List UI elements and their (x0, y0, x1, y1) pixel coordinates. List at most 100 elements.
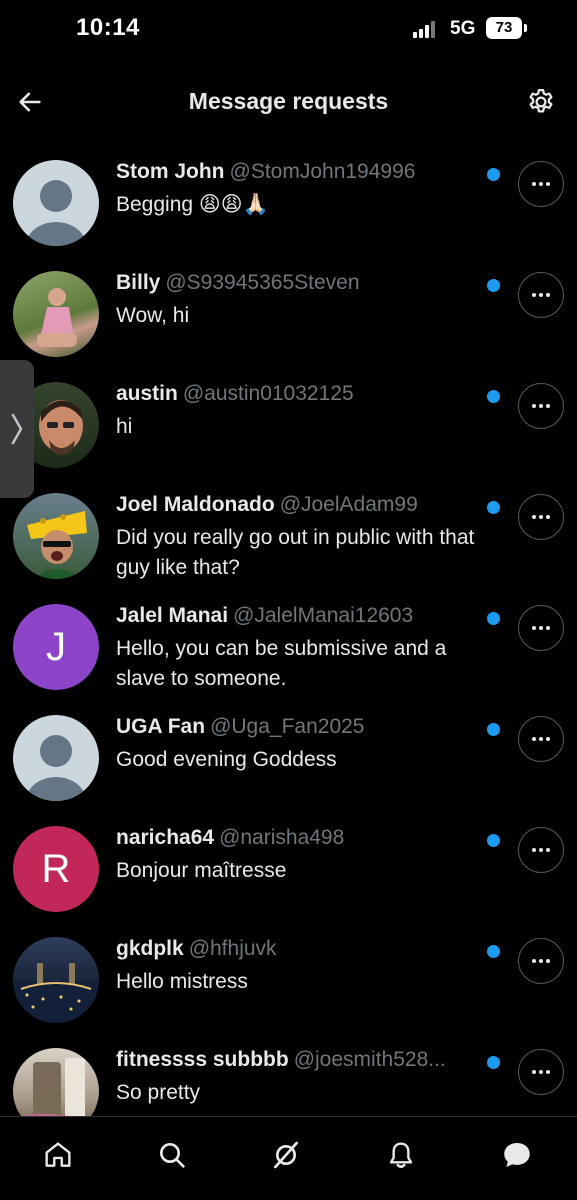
notifications-icon (389, 1142, 413, 1168)
more-dots-icon (532, 404, 550, 408)
battery-tip (524, 24, 527, 32)
message-preview: hi (116, 415, 133, 438)
unread-dot (487, 834, 500, 847)
handle: @joesmith528... (293, 1048, 446, 1071)
avatar-initial: R (41, 846, 71, 891)
handle: @austin01032125 (182, 382, 354, 405)
unread-dot (487, 390, 500, 403)
more-options-button[interactable] (518, 827, 564, 873)
more-options-button[interactable] (518, 494, 564, 540)
nav-grok-button[interactable] (266, 1135, 306, 1175)
avatar-initial: J (46, 624, 66, 669)
messages-icon (504, 1142, 530, 1168)
home-icon (45, 1142, 71, 1167)
nav-messages-button[interactable] (497, 1135, 537, 1175)
display-name: austin (116, 382, 178, 405)
message-preview: Good evening Goddess (116, 748, 337, 771)
more-options-button[interactable] (518, 938, 564, 984)
handle: @JalelManai12603 (233, 604, 414, 627)
handle: @JoelAdam99 (279, 493, 418, 516)
avatar[interactable] (13, 160, 99, 246)
message-preview: Did you really go out in public with tha… (116, 526, 475, 579)
search-icon (160, 1143, 185, 1168)
nav-notifications-button[interactable] (381, 1135, 421, 1175)
message-request-item[interactable]: austin @austin01032125 hi (0, 370, 577, 481)
message-preview: Hello mistress (116, 970, 248, 993)
avatar[interactable] (13, 271, 99, 357)
message-request-item[interactable]: Billy @S93945365Steven Wow, hi (0, 259, 577, 370)
handle: @hfhjuvk (188, 937, 277, 960)
gear-icon (529, 89, 553, 113)
message-request-item[interactable]: UGA Fan @Uga_Fan2025 Good evening Goddess (0, 703, 577, 814)
default-avatar-icon (26, 735, 86, 801)
default-avatar-icon (26, 180, 86, 246)
display-name: gkdplk (116, 937, 184, 960)
chevron-right-icon (11, 413, 23, 445)
unread-dot (487, 501, 500, 514)
side-drawer-handle[interactable] (0, 360, 34, 498)
message-request-item[interactable]: Joel Maldonado @JoelAdam99 Did you really… (0, 481, 577, 592)
display-name: Stom John (116, 160, 225, 183)
photo-avatar (27, 511, 87, 579)
unread-dot (487, 945, 500, 958)
battery-icon: 73 (486, 17, 522, 39)
page-title: Message requests (188, 88, 389, 114)
signal-icon (413, 20, 439, 38)
more-options-button[interactable] (518, 605, 564, 651)
message-request-item[interactable]: fitnessss subbbb @joesmith528... So prett… (0, 1036, 577, 1116)
more-dots-icon (532, 626, 550, 630)
more-options-button[interactable] (518, 716, 564, 762)
avatar[interactable] (13, 493, 99, 579)
more-options-button[interactable] (518, 272, 564, 318)
status-time: 10:14 (76, 14, 140, 41)
message-preview: Hello, you can be submissive and a slave… (116, 637, 447, 690)
nav-home-button[interactable] (38, 1135, 78, 1175)
message-preview: So pretty (116, 1081, 201, 1104)
photo-avatar (37, 288, 77, 347)
more-dots-icon (532, 1070, 550, 1074)
avatar[interactable] (13, 1048, 99, 1116)
more-dots-icon (532, 182, 550, 186)
avatar[interactable] (13, 715, 99, 801)
unread-dot (487, 723, 500, 736)
network-type: 5G (450, 18, 476, 39)
handle: @Uga_Fan2025 (210, 715, 365, 738)
more-options-button[interactable] (518, 383, 564, 429)
display-name: naricha64 (116, 826, 215, 849)
more-dots-icon (532, 515, 550, 519)
message-request-item[interactable]: R naricha64 @narisha498 Bonjour maîtresse (0, 814, 577, 925)
handle: @narisha498 (219, 826, 345, 849)
message-request-item[interactable]: Stom John @StomJohn194996 Begging 😩😩🙏🏻 (0, 148, 577, 259)
unread-dot (487, 168, 500, 181)
avatar[interactable]: J (13, 604, 99, 690)
grok-icon (274, 1141, 298, 1169)
message-preview: Bonjour maîtresse (116, 859, 287, 882)
avatar[interactable]: R (13, 826, 99, 912)
avatar[interactable] (13, 937, 99, 1023)
more-options-button[interactable] (518, 1049, 564, 1095)
status-bar: 10:14 5G 73 (0, 0, 577, 60)
handle: @S93945365Steven (165, 271, 360, 294)
settings-button[interactable] (523, 84, 559, 120)
photo-avatar (20, 1058, 85, 1116)
unread-dot (487, 279, 500, 292)
more-dots-icon (532, 293, 550, 297)
more-dots-icon (532, 737, 550, 741)
more-options-button[interactable] (518, 161, 564, 207)
display-name: UGA Fan (116, 715, 206, 738)
nav-search-button[interactable] (152, 1135, 192, 1175)
handle: @StomJohn194996 (229, 160, 416, 183)
message-request-item[interactable]: gkdplk @hfhjuvk Hello mistress (0, 925, 577, 1036)
message-request-item[interactable]: J Jalel Manai @JalelManai12603 Hello, you… (0, 592, 577, 703)
display-name: Billy (116, 271, 161, 294)
header: Message requests (0, 70, 577, 134)
more-dots-icon (532, 848, 550, 852)
message-preview: Wow, hi (116, 304, 190, 327)
display-name: fitnessss subbbb (116, 1048, 289, 1071)
unread-dot (487, 612, 500, 625)
message-preview: Begging 😩😩🙏🏻 (116, 193, 269, 216)
bottom-nav (0, 1116, 577, 1200)
unread-dot (487, 1056, 500, 1069)
more-dots-icon (532, 959, 550, 963)
display-name: Jalel Manai (116, 604, 229, 627)
